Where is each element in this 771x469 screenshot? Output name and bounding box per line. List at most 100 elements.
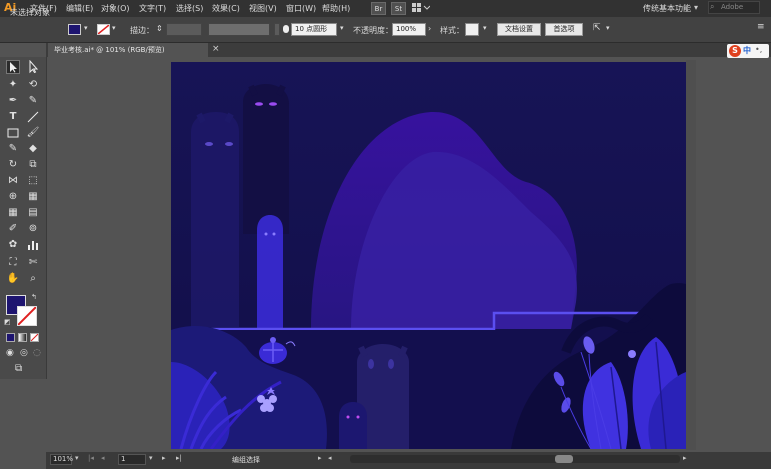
menu-type[interactable]: 文字(T): [139, 3, 166, 14]
style-swatch[interactable]: [465, 23, 479, 36]
brush-dropdown-icon[interactable]: ▾: [340, 24, 349, 35]
style-label: 样式：: [440, 26, 464, 35]
zoom-tool-icon[interactable]: ⌕: [26, 272, 40, 286]
drawing-mode-icon[interactable]: ◉: [6, 348, 14, 358]
free-transform-icon[interactable]: ⬚: [26, 174, 40, 188]
line-tool-icon[interactable]: [26, 110, 40, 124]
profile-dropdown[interactable]: [274, 23, 280, 36]
preferences-button[interactable]: 首选项: [545, 23, 583, 36]
stock-button[interactable]: St: [391, 2, 406, 15]
stroke-swatch[interactable]: [97, 24, 110, 35]
menu-edit[interactable]: 编辑(E): [66, 3, 93, 14]
leaf-bud: [628, 350, 636, 358]
style-dropdown-icon[interactable]: ▾: [483, 24, 492, 35]
mesh-tool-icon[interactable]: ▦: [6, 206, 20, 220]
artboard-tool-icon[interactable]: ⛶: [6, 256, 20, 270]
ime-punct[interactable]: •,: [755, 45, 762, 54]
stroke-stepper-icon[interactable]: ⇕: [156, 24, 163, 33]
menu-select[interactable]: 选择(S): [176, 3, 203, 14]
perspective-grid-icon[interactable]: ▦: [26, 190, 40, 204]
stroke-label: 描边：: [130, 26, 154, 35]
stroke-dropdown-icon[interactable]: ▾: [112, 24, 121, 35]
gradient-mode-icon[interactable]: [18, 333, 27, 342]
ghost-dark: [243, 84, 289, 234]
artboard-dropdown-icon[interactable]: ▾: [149, 454, 153, 462]
menu-effect[interactable]: 效果(C): [212, 3, 240, 14]
eraser-icon[interactable]: ◆: [26, 142, 40, 156]
none-mode-icon[interactable]: [30, 333, 39, 342]
ime-language[interactable]: 中: [743, 45, 751, 56]
arrange-documents-icon[interactable]: [412, 3, 431, 15]
shape-builder-icon[interactable]: ⊕: [6, 190, 20, 204]
document-setup-button[interactable]: 文档设置: [497, 23, 541, 36]
gradient-tool-icon[interactable]: ▤: [26, 206, 40, 220]
selection-status: 未选择对象: [10, 8, 50, 17]
opacity-arrow-icon[interactable]: ›: [428, 24, 431, 33]
arrange-dropdown-icon[interactable]: ▾: [606, 24, 615, 35]
vertical-scrollbar[interactable]: [686, 60, 696, 450]
graph-tool-icon[interactable]: [26, 238, 40, 252]
first-artboard-icon[interactable]: |◂: [88, 454, 94, 462]
menu-window[interactable]: 窗口(W): [286, 3, 316, 14]
bridge-button[interactable]: Br: [371, 2, 386, 15]
variable-width-field[interactable]: [208, 23, 270, 36]
symbol-sprayer-icon[interactable]: ✿: [6, 238, 20, 252]
horizontal-scroll-thumb[interactable]: [555, 455, 573, 463]
fill-dropdown-icon[interactable]: ▾: [84, 24, 93, 35]
stroke-weight-field[interactable]: [166, 23, 202, 36]
type-tool-icon[interactable]: T: [6, 110, 20, 124]
draw-inside-icon[interactable]: ◎: [20, 348, 28, 358]
zoom-field[interactable]: 101%: [50, 454, 73, 465]
lasso-icon[interactable]: ⟲: [26, 78, 40, 92]
artboard-canvas[interactable]: [171, 62, 686, 449]
scroll-left-icon[interactable]: ◂: [328, 454, 332, 462]
rotate-tool-icon[interactable]: ↻: [6, 158, 20, 172]
ghost-eye: [269, 102, 277, 106]
ghost-eye: [205, 142, 213, 146]
brush-dot-icon: [283, 25, 289, 33]
next-artboard-icon[interactable]: ▸: [162, 454, 166, 462]
status-arrow-icon[interactable]: ▸: [318, 454, 322, 462]
brush-definition-field[interactable]: 10 点圆形: [291, 23, 337, 36]
prev-artboard-icon[interactable]: ◂: [101, 454, 105, 462]
pen-tool-icon[interactable]: ✒: [6, 94, 20, 108]
slice-tool-icon[interactable]: ✄: [26, 256, 40, 270]
swap-colors-icon[interactable]: ↰: [31, 293, 37, 301]
color-mode-icon[interactable]: [6, 333, 15, 342]
artboard-number-field[interactable]: 1: [118, 454, 146, 465]
chevron-down-icon[interactable]: ▾: [694, 3, 698, 12]
search-icon: ⌕: [710, 2, 715, 11]
opacity-field[interactable]: 100%: [392, 23, 426, 36]
curvature-tool-icon[interactable]: ✎: [26, 94, 40, 108]
horizontal-scrollbar[interactable]: [350, 455, 680, 463]
direct-selection-tool-icon[interactable]: [26, 60, 40, 74]
selection-tool-icon[interactable]: [6, 60, 20, 74]
paintbrush-icon[interactable]: 🖌: [26, 126, 40, 140]
close-tab-icon[interactable]: ×: [212, 44, 220, 54]
workspace-switcher[interactable]: 传统基本功能: [643, 3, 691, 14]
arrange-icon[interactable]: ⇱: [593, 23, 601, 33]
menu-object[interactable]: 对象(O): [101, 3, 130, 14]
stroke-color-box[interactable]: [17, 306, 37, 326]
zoom-dropdown-icon[interactable]: ▾: [75, 454, 79, 462]
shaper-tool-icon[interactable]: ✎: [6, 142, 20, 156]
scale-tool-icon[interactable]: ⧉: [26, 158, 40, 172]
panel-menu-icon[interactable]: ≡: [757, 22, 765, 32]
last-artboard-icon[interactable]: ▸|: [176, 454, 182, 462]
menu-help[interactable]: 帮助(H): [322, 3, 350, 14]
menu-view[interactable]: 视图(V): [249, 3, 277, 14]
hand-tool-icon[interactable]: ✋: [6, 272, 20, 286]
scroll-right-icon[interactable]: ▸: [683, 454, 687, 462]
default-colors-icon[interactable]: ◩: [4, 318, 11, 326]
blend-tool-icon[interactable]: ⊚: [26, 222, 40, 236]
fill-swatch[interactable]: [68, 24, 81, 35]
screen-mode-icon[interactable]: ⧉: [15, 363, 22, 374]
eyedropper-icon[interactable]: ✐: [6, 222, 20, 236]
magic-wand-icon[interactable]: ✦: [6, 78, 20, 92]
ghost-blue: [257, 215, 283, 330]
rectangle-tool-icon[interactable]: [6, 126, 20, 140]
width-tool-icon[interactable]: ⋈: [6, 174, 20, 188]
document-tab[interactable]: 毕业考核.ai* @ 101% (RGB/预览): [48, 43, 208, 57]
draw-behind-icon[interactable]: ◌: [33, 348, 41, 358]
search-input[interactable]: Adobe: [708, 1, 760, 14]
